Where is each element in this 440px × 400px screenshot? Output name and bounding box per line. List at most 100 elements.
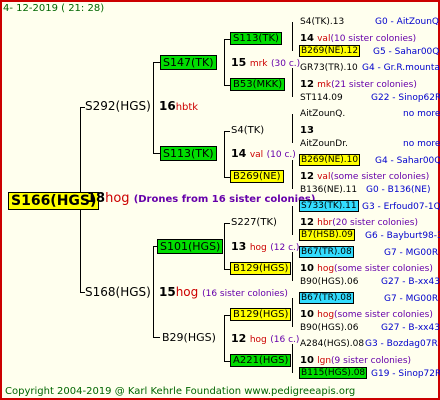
sister-note: (12 c.) bbox=[270, 243, 300, 253]
connector-line bbox=[224, 223, 230, 224]
connector-line bbox=[292, 114, 293, 143]
gen4-queen-12: B90(HGS).06 bbox=[300, 277, 359, 287]
connector-line bbox=[292, 344, 293, 373]
root-queen: S166(HGS) bbox=[8, 192, 100, 210]
count: 12 bbox=[300, 217, 314, 228]
count: 14 bbox=[231, 147, 247, 160]
gen2-queen-1: S147(TK) bbox=[160, 55, 217, 70]
gen3-queen-5: S227(TK) bbox=[231, 217, 277, 228]
connector-line bbox=[292, 206, 293, 235]
gen4-queen-1: S4(TK).13 bbox=[300, 17, 345, 27]
race: lgn bbox=[317, 356, 332, 366]
sister-note: (some sister colonies) bbox=[334, 264, 433, 274]
gen4-info-8: G0 - B136(NE) bbox=[366, 185, 431, 195]
gen1-count-2: 15hog (16 sister colonies) bbox=[159, 286, 288, 301]
gen4-queen-2: B269(NE).12 bbox=[299, 45, 361, 57]
gen2-count-4: 12 hog (16 c.) bbox=[231, 332, 299, 347]
sister-note: (20 sister colonies) bbox=[332, 218, 418, 228]
gen1-queen-1: S292(HGS) bbox=[85, 99, 151, 113]
count: 12 bbox=[300, 171, 314, 182]
count: 15 bbox=[231, 56, 247, 69]
race: hog bbox=[317, 264, 335, 274]
connector-line bbox=[153, 246, 154, 338]
gen4-info-4: G22 - Sinop62R bbox=[371, 93, 440, 103]
sister-note: (21 sister colonies) bbox=[331, 80, 417, 90]
gen4-queen-13: B67(TR).08 bbox=[299, 292, 354, 304]
gen4-info-9: G3 - Erfoud07-1Q bbox=[362, 202, 440, 212]
gen4-info-16: G19 - Sinop72R bbox=[371, 369, 440, 379]
connector-line bbox=[292, 160, 293, 189]
count: 12 bbox=[231, 332, 247, 345]
sister-note: (some sister colonies) bbox=[334, 310, 433, 320]
gen4-info-10: G6 - Bayburt98-3 bbox=[365, 231, 440, 241]
connector-line bbox=[292, 252, 293, 281]
gen2-queen-3: S101(HGS) bbox=[157, 239, 224, 254]
count: 13 bbox=[300, 125, 314, 136]
connector-line bbox=[224, 315, 225, 362]
gen4-queen-15: A284(HGS).08 bbox=[300, 339, 365, 349]
gen1-queen-2: S168(HGS) bbox=[85, 285, 151, 299]
connector-line bbox=[224, 131, 230, 132]
count: 15 bbox=[159, 285, 176, 299]
connector-line bbox=[224, 39, 225, 86]
gen4-info-2: G5 - Sahar00Q bbox=[373, 47, 440, 57]
connector-line bbox=[224, 223, 225, 270]
connector-line bbox=[292, 22, 293, 51]
gen4-queen-9: S733(TK).11 bbox=[299, 200, 359, 212]
gen3-count-1: 14 val(10 sister colonies) bbox=[300, 32, 416, 46]
race: hog bbox=[249, 335, 267, 345]
connector-line bbox=[292, 298, 293, 327]
sister-note: (10 sister colonies) bbox=[330, 34, 417, 44]
gen3-queen-1: S113(TK) bbox=[230, 32, 282, 45]
gen4-info-1: G0 - AitZounQ bbox=[375, 17, 440, 27]
gen4-info-7: G4 - Sahar00Q bbox=[375, 156, 440, 166]
gen3-count-2: 12 mk(21 sister colonies) bbox=[300, 78, 417, 92]
count: 10 bbox=[300, 309, 314, 320]
sister-note: (9 sister colonies) bbox=[331, 356, 412, 366]
drone-note: (Drones from 16 sister colonies) bbox=[133, 194, 316, 205]
gen4-queen-10: B7(HSB).09 bbox=[299, 229, 355, 241]
copyright-footer: Copyright 2004-2019 @ Karl Kehrle Founda… bbox=[5, 386, 356, 397]
gen3-queen-8: A221(HGS) bbox=[230, 354, 292, 367]
gen4-info-11: G7 - MG00R bbox=[384, 248, 439, 258]
sister-note: (some sister colonies) bbox=[330, 172, 430, 182]
gen4-queen-14: B90(HGS).06 bbox=[300, 323, 359, 333]
gen4-info-12: G27 - B-xx43 bbox=[381, 277, 440, 287]
connector-line bbox=[292, 68, 293, 97]
gen3-count-6: 10 hog(some sister colonies) bbox=[300, 262, 433, 276]
gen2-count-1: 15 mrk (30 c.) bbox=[231, 56, 300, 71]
gen4-queen-7: B269(NE).10 bbox=[299, 154, 361, 166]
gen2-count-3: 13 hog (12 c.) bbox=[231, 240, 299, 255]
connector-line bbox=[153, 153, 160, 154]
race: val bbox=[249, 150, 264, 160]
gen2-queen-2: S113(TK) bbox=[160, 146, 217, 161]
count: 16 bbox=[159, 99, 176, 113]
connector-line bbox=[224, 131, 225, 178]
count: 10 bbox=[300, 263, 314, 274]
gen1-count-1: 16hbtk bbox=[159, 100, 198, 114]
gen4-info-6: no more bbox=[403, 139, 440, 149]
gen4-queen-5: AitZounQ. bbox=[300, 109, 346, 119]
count: 13 bbox=[231, 240, 247, 253]
gen3-queen-4: B269(NE) bbox=[230, 170, 284, 183]
race: val bbox=[317, 172, 331, 182]
count: 14 bbox=[300, 33, 314, 44]
sister-note: (16 c.) bbox=[270, 335, 300, 345]
gen4-info-5: no more bbox=[403, 109, 440, 119]
connector-line bbox=[153, 62, 154, 154]
count: 18 bbox=[87, 191, 106, 206]
gen4-queen-6: AitZounDr. bbox=[300, 139, 348, 149]
gen4-queen-8: B136(NE).11 bbox=[300, 185, 358, 195]
connector-line bbox=[153, 62, 160, 63]
race: mk bbox=[317, 80, 332, 90]
connector-line bbox=[153, 337, 160, 338]
race: hbtk bbox=[175, 102, 199, 113]
gen4-queen-3: GR73(TR).10 bbox=[300, 63, 358, 73]
count: 12 bbox=[300, 79, 314, 90]
root-count: 18hog (Drones from 16 sister colonies) bbox=[87, 192, 315, 206]
race: mrk bbox=[249, 59, 268, 69]
sister-note: (10 c.) bbox=[266, 150, 296, 160]
gen3-count-7: 10 hog(some sister colonies) bbox=[300, 308, 433, 322]
sister-note: (16 sister colonies) bbox=[202, 289, 288, 299]
race: hog bbox=[175, 285, 199, 299]
